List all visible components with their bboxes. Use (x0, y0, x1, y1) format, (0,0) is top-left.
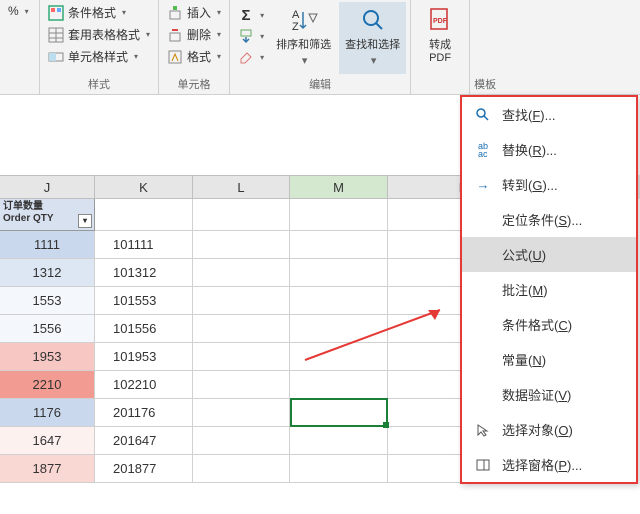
filter-icon[interactable]: ▾ (78, 214, 92, 228)
cell-m[interactable] (290, 315, 388, 343)
cell-m[interactable] (290, 371, 388, 399)
group-template: 模板 (470, 0, 500, 94)
cell-order-qty[interactable]: 2210 (0, 371, 95, 399)
cell-l[interactable] (193, 231, 290, 259)
insert-button[interactable]: 插入▾ (163, 2, 225, 23)
cell-l[interactable] (193, 399, 290, 427)
col-header-k[interactable]: K (95, 175, 193, 199)
menu-comments[interactable]: 批注(M) (462, 272, 636, 307)
cell-order-qty[interactable]: 1553 (0, 287, 95, 315)
cell-style-button[interactable]: 单元格样式▾ (44, 46, 154, 67)
to-pdf-button[interactable]: PDF 转成 PDF (415, 2, 465, 94)
cell-l[interactable] (193, 343, 290, 371)
sort-filter-icon: AZ (290, 6, 318, 34)
table-format-button[interactable]: 套用表格格式▾ (44, 24, 154, 45)
cell-k[interactable]: 101953 (95, 343, 193, 371)
menu-replace[interactable]: abac替换(R)... (462, 132, 636, 167)
col-header-l[interactable]: L (193, 175, 290, 199)
group-label-template: 模板 (474, 74, 496, 94)
magnifier-icon (359, 6, 387, 34)
cell-k[interactable]: 201877 (95, 455, 193, 483)
eraser-icon (238, 49, 254, 65)
cell-l[interactable] (193, 371, 290, 399)
cond-format-icon (48, 5, 64, 21)
cell-l[interactable] (193, 455, 290, 483)
menu-goto-special[interactable]: 定位条件(S)... (462, 202, 636, 237)
percent-button[interactable]: %▾ (4, 2, 33, 20)
cell-l[interactable] (193, 287, 290, 315)
group-label-edit: 编辑 (234, 74, 406, 94)
cell-order-qty[interactable]: 1953 (0, 343, 95, 371)
goto-icon: → (474, 176, 492, 194)
col-header-j[interactable]: J (0, 175, 95, 199)
cell-style-icon (48, 49, 64, 65)
menu-goto[interactable]: →转到(G)... (462, 167, 636, 202)
menu-find[interactable]: 查找(F)... (462, 97, 636, 132)
format-icon (167, 49, 183, 65)
col-header-m[interactable]: M (290, 175, 388, 199)
header-order-qty[interactable]: 订单数量Order QTY ▾ (0, 199, 95, 231)
autosum-button[interactable]: Σ▾ (234, 6, 268, 24)
cell-m[interactable] (290, 427, 388, 455)
cell-order-qty[interactable]: 1312 (0, 259, 95, 287)
cell-m[interactable] (290, 399, 388, 427)
cell-k[interactable]: 201176 (95, 399, 193, 427)
cell-order-qty[interactable]: 1176 (0, 399, 95, 427)
group-editing: Σ▾ ▾ ▾ AZ 排序和筛选▾ 查找和选择▾ 编辑 (230, 0, 411, 94)
group-number: %▾ (0, 0, 40, 94)
group-pdf: PDF 转成 PDF (411, 0, 470, 94)
group-cells: 插入▾ 删除▾ 格式▾ 单元格 (159, 0, 230, 94)
pdf-icon: PDF (426, 6, 454, 34)
table-format-icon (48, 27, 64, 43)
svg-text:PDF: PDF (433, 18, 448, 25)
cell-order-qty[interactable]: 1877 (0, 455, 95, 483)
cell-k[interactable]: 101111 (95, 231, 193, 259)
cell-k[interactable]: 101312 (95, 259, 193, 287)
menu-data-validation[interactable]: 数据验证(V) (462, 377, 636, 412)
cell-order-qty[interactable]: 1556 (0, 315, 95, 343)
find-select-button[interactable]: 查找和选择▾ (339, 2, 406, 74)
cell-order-qty[interactable]: 1647 (0, 427, 95, 455)
fill-button[interactable]: ▾ (234, 27, 268, 45)
cell-m[interactable] (290, 455, 388, 483)
find-select-menu: 查找(F)... abac替换(R)... →转到(G)... 定位条件(S).… (460, 95, 638, 484)
menu-select-objects[interactable]: 选择对象(O) (462, 412, 636, 447)
cell-m[interactable] (290, 287, 388, 315)
menu-constants[interactable]: 常量(N) (462, 342, 636, 377)
ribbon: %▾ 条件格式▾ 套用表格格式▾ 单元格样式▾ 样式 插入▾ (0, 0, 640, 95)
cell-k[interactable]: 101556 (95, 315, 193, 343)
group-styles: 条件格式▾ 套用表格格式▾ 单元格样式▾ 样式 (40, 0, 159, 94)
format-button[interactable]: 格式▾ (163, 46, 225, 67)
cell-k[interactable]: 102210 (95, 371, 193, 399)
cell-l[interactable] (193, 427, 290, 455)
sort-filter-button[interactable]: AZ 排序和筛选▾ (270, 2, 337, 74)
sigma-icon: Σ (238, 7, 254, 23)
cell-k[interactable]: 201647 (95, 427, 193, 455)
cell-order-qty[interactable]: 1111 (0, 231, 95, 259)
cell-l[interactable] (193, 259, 290, 287)
cell-k[interactable]: 101553 (95, 287, 193, 315)
delete-icon (167, 27, 183, 43)
clear-button[interactable]: ▾ (234, 48, 268, 66)
insert-icon (167, 5, 183, 21)
cell-l[interactable] (193, 315, 290, 343)
menu-formulas[interactable]: 公式(U) (462, 237, 636, 272)
search-icon (474, 106, 492, 124)
menu-cond-format[interactable]: 条件格式(C) (462, 307, 636, 342)
cell-m[interactable] (290, 259, 388, 287)
group-label-cells: 单元格 (163, 74, 225, 94)
menu-selection-pane[interactable]: 选择窗格(P)... (462, 447, 636, 482)
delete-button[interactable]: 删除▾ (163, 24, 225, 45)
svg-text:A: A (292, 9, 300, 21)
svg-text:Z: Z (292, 21, 299, 33)
pane-icon (474, 456, 492, 474)
replace-icon: abac (474, 141, 492, 159)
cell-m[interactable] (290, 343, 388, 371)
group-label-styles: 样式 (44, 74, 154, 94)
conditional-format-button[interactable]: 条件格式▾ (44, 2, 154, 23)
cell-m[interactable] (290, 231, 388, 259)
fill-down-icon (238, 28, 254, 44)
cursor-icon (474, 421, 492, 439)
